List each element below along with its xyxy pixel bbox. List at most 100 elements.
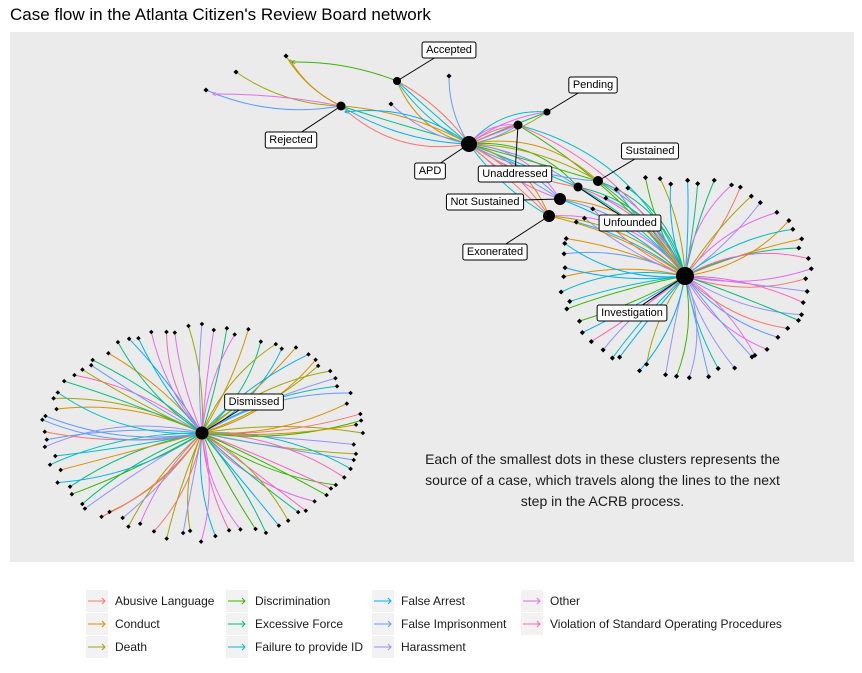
case-source-dot [106,350,111,356]
node-label-pending: Pending [568,76,618,94]
edge [200,433,216,537]
legend-label: Violation of Standard Operating Procedur… [550,617,782,631]
case-source-dot [706,374,712,380]
case-source-dot [115,339,121,345]
case-source-dot [246,327,251,332]
case-source-dot [306,352,311,357]
node-label-text: Rejected [269,134,312,146]
case-source-dot [47,462,53,467]
case-source-dot [198,539,204,544]
case-source-dot [327,368,333,374]
case-source-dot [799,236,805,242]
case-source-dot [263,530,269,536]
case-source-dot [567,298,573,304]
case-source-dot [576,318,583,324]
case-source-dot [333,482,339,488]
case-source-dot [579,330,585,336]
case-source-dot [61,378,67,384]
edge [57,433,202,484]
case-source-dot [804,288,810,294]
edge [560,199,686,277]
case-source-dot [199,321,205,327]
node-label-text: APD [419,165,442,177]
legend-label: Death [115,640,148,654]
case-source-dot [187,528,193,534]
case-source-dot [685,177,691,183]
case-source-dot [55,480,60,485]
case-source-dot [44,437,50,442]
case-source-dot [328,486,334,491]
edge [685,184,732,276]
case-source-dot [137,521,143,526]
edge [198,323,202,433]
case-source-dot [283,53,289,59]
case-source-dot [558,289,564,295]
edge [187,433,202,531]
node-label-text: Accepted [426,44,472,56]
case-source-dot [224,325,230,331]
edge [202,433,307,512]
edge [563,268,685,277]
case-source-dot [446,73,452,79]
case-source-dot [668,181,674,187]
case-source-dot [800,300,806,306]
case-source-dot [149,329,154,335]
case-source-dot [561,251,567,257]
node-label-not-sustained: Not Sustained [445,193,525,211]
legend-key [226,590,248,612]
case-source-dot [564,306,570,312]
case-source-dot [136,335,141,341]
edge [235,71,341,106]
case-source-dot [796,245,802,251]
case-source-dot [90,357,95,363]
legend-label: Excessive Force [255,617,344,631]
case-source-dot [358,418,364,423]
case-source-dot [333,375,338,381]
case-source-dot [279,346,285,351]
case-source-dot [562,265,568,271]
case-source-dot [711,177,717,183]
node-label-text: Unfounded [603,217,657,229]
legend-label: Other [550,594,581,608]
node-label-text: Exonerated [467,246,523,258]
case-source-dot [644,361,650,367]
case-source-dot [186,323,191,329]
node-label-text: Pending [573,79,613,91]
case-source-dot [662,372,669,378]
case-source-dot [790,226,796,232]
case-source-dot [258,339,264,344]
node-label-rejected: Rejected [264,131,318,149]
case-source-dot [353,422,359,427]
case-source-dot [785,325,791,331]
case-source-dot [53,453,58,459]
node-label-investigation: Investigation [596,304,668,322]
case-source-dot [180,530,186,536]
legend-label: Abusive Language [115,594,215,608]
annotation-text: Each of the smallest dots in these clust… [425,451,780,509]
legend-item-harassment: Harassment [372,636,612,658]
case-source-dot [353,451,359,457]
case-source-dot [351,457,357,463]
case-source-dot [42,429,48,435]
node-label-text: Not Sustained [450,196,519,208]
case-source-dot [164,536,169,541]
node-label-dismissed: Dismissed [224,393,284,411]
case-source-dot [40,417,45,423]
case-source-dot [351,442,356,447]
edge [685,276,698,378]
case-source-dot [42,444,48,450]
case-source-dot [358,411,363,417]
case-source-dot [213,533,218,539]
case-source-dot [226,528,232,533]
case-source-dot [561,274,567,280]
edge [341,106,470,145]
case-source-dot [58,467,63,473]
node-label-accepted: Accepted [421,41,477,59]
node-label-text: Dismissed [229,396,280,408]
case-source-dot [360,430,366,436]
edge [60,433,202,471]
edge [560,199,686,277]
case-source-dot [642,174,649,181]
legend-item-violation-sop: Violation of Standard Operating Procedur… [521,613,841,635]
case-source-dot [795,317,802,323]
